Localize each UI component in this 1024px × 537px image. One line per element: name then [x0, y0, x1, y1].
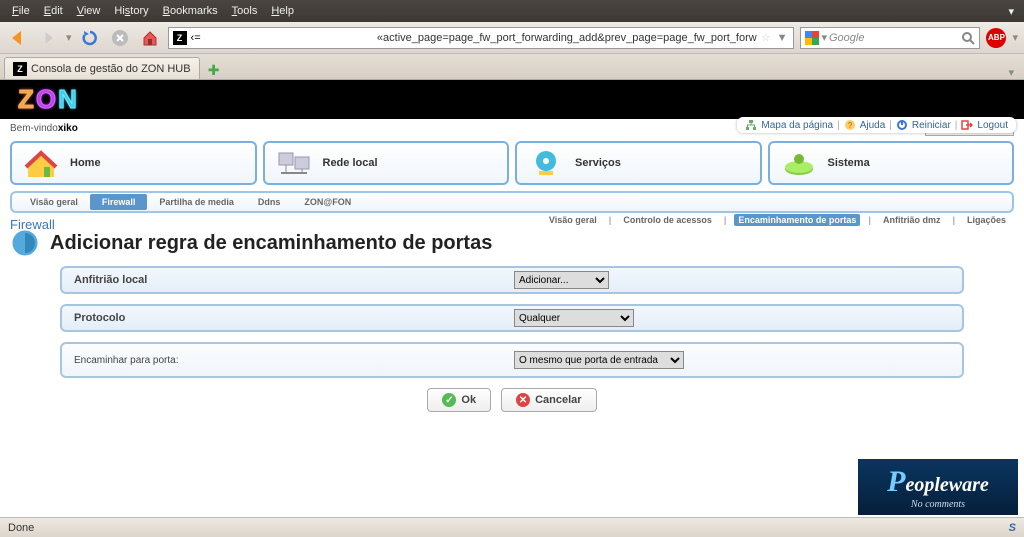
- sitemap-icon: [745, 119, 757, 131]
- browser-tab[interactable]: Z Consola de gestão do ZON HUB: [4, 57, 200, 79]
- page-title: Adicionar regra de encaminhamento de por…: [50, 232, 492, 255]
- logout-icon: [961, 119, 973, 131]
- row-local-host: Anfitrião local Adicionar...: [60, 266, 964, 294]
- check-icon: ✓: [442, 393, 456, 407]
- restart-icon: [896, 119, 908, 131]
- ok-label: Ok: [461, 394, 476, 406]
- crumb-overview[interactable]: Visão geral: [545, 214, 601, 226]
- link-restart[interactable]: Reiniciar: [912, 120, 951, 131]
- services-icon: [527, 147, 565, 179]
- firewall-icon: [10, 228, 40, 258]
- menu-bookmarks[interactable]: Bookmarks: [157, 3, 224, 19]
- tab-favicon-icon: Z: [13, 62, 27, 76]
- menu-help[interactable]: Help: [265, 3, 300, 19]
- google-icon: [805, 31, 819, 45]
- menu-view[interactable]: View: [71, 3, 107, 19]
- new-tab-button[interactable]: ✚: [204, 61, 224, 79]
- browser-toolbar: ▾ Z ‹= «active_page=page_fw_port_forward…: [0, 22, 1024, 54]
- tab-title: Consola de gestão do ZON HUB: [31, 63, 191, 75]
- link-help[interactable]: Ajuda: [860, 120, 886, 131]
- subnav-overview[interactable]: Visão geral: [18, 194, 90, 210]
- crumb-port-forwarding[interactable]: Encaminhamento de portas: [734, 214, 860, 226]
- zon-logo: ZON: [18, 84, 79, 115]
- status-indicator: S: [1009, 522, 1016, 534]
- nav-card-home[interactable]: Home: [10, 141, 257, 185]
- label-forward-port: Encaminhar para porta:: [74, 355, 514, 366]
- label-protocol: Protocolo: [74, 312, 514, 324]
- peopleware-watermark: Peopleware No comments: [858, 459, 1018, 515]
- home-icon: [22, 147, 60, 179]
- status-text: Done: [8, 522, 34, 534]
- crumb-connections[interactable]: Ligações: [963, 214, 1010, 226]
- url-favicon-icon: Z: [173, 31, 187, 45]
- menubar-overflow-icon[interactable]: ▾: [1004, 5, 1018, 18]
- url-text: «active_page=page_fw_port_forwarding_add…: [201, 32, 757, 44]
- crumb-access-control[interactable]: Controlo de acessos: [619, 214, 716, 226]
- menu-tools[interactable]: Tools: [226, 3, 264, 19]
- row-forward-port: Encaminhar para porta: O mesmo que porta…: [60, 342, 964, 378]
- header-links: Mapa da página | ? Ajuda | Reiniciar | L…: [737, 117, 1016, 133]
- main-nav: Home Rede local Serviços Sistema: [0, 137, 1024, 189]
- nav-card-system[interactable]: Sistema: [768, 141, 1015, 185]
- subnav-firewall[interactable]: Firewall: [90, 194, 148, 210]
- url-bar[interactable]: Z ‹= «active_page=page_fw_port_forwardin…: [168, 27, 795, 49]
- select-protocol[interactable]: Qualquer: [514, 309, 634, 327]
- svg-text:?: ?: [847, 121, 852, 130]
- nav-card-local-network[interactable]: Rede local: [263, 141, 510, 185]
- link-logout[interactable]: Logout: [977, 120, 1008, 131]
- nav-label-local-network: Rede local: [323, 157, 378, 169]
- stop-button[interactable]: [108, 26, 132, 50]
- system-icon: [780, 147, 818, 179]
- browser-tabstrip: Z Consola de gestão do ZON HUB ✚ ▾: [0, 54, 1024, 80]
- menu-history[interactable]: History: [108, 3, 154, 19]
- subnav-ddns[interactable]: Ddns: [246, 194, 293, 210]
- help-icon: ?: [844, 119, 856, 131]
- search-placeholder: Google: [829, 32, 961, 44]
- search-icon[interactable]: [961, 31, 975, 45]
- url-favorite-icon[interactable]: ☆: [761, 31, 771, 44]
- nav-label-system: Sistema: [828, 157, 870, 169]
- nav-label-services: Serviços: [575, 157, 621, 169]
- link-sitemap[interactable]: Mapa da página: [761, 120, 833, 131]
- crumb-dmz[interactable]: Anfitrião dmz: [879, 214, 945, 226]
- nav-label-home: Home: [70, 157, 101, 169]
- cancel-label: Cancelar: [535, 394, 581, 406]
- x-icon: ✕: [516, 393, 530, 407]
- adblock-icon[interactable]: ABP: [986, 28, 1006, 48]
- subnav-zonfon[interactable]: ZON@FON: [292, 194, 363, 210]
- ok-button[interactable]: ✓ Ok: [427, 388, 491, 412]
- menu-edit[interactable]: Edit: [38, 3, 69, 19]
- select-local-host[interactable]: Adicionar...: [514, 271, 609, 289]
- app-header: ZON Mapa da página | ? Ajuda | Reiniciar…: [0, 80, 1024, 119]
- browser-statusbar: Done S: [0, 517, 1024, 537]
- nav-card-services[interactable]: Serviços: [515, 141, 762, 185]
- nav-dropdown-icon[interactable]: ▾: [66, 31, 72, 44]
- row-protocol: Protocolo Qualquer: [60, 304, 964, 332]
- welcome-prefix: Bem-vindo: [10, 123, 58, 134]
- tabstrip-overflow-icon[interactable]: ▾: [1002, 66, 1020, 79]
- welcome-user: xiko: [58, 123, 78, 134]
- firewall-tabs: Visão geral| Controlo de acessos| Encami…: [10, 214, 1014, 226]
- cancel-button[interactable]: ✕ Cancelar: [501, 388, 596, 412]
- label-local-host: Anfitrião local: [74, 274, 514, 286]
- browser-menubar: File Edit View History Bookmarks Tools H…: [0, 0, 1024, 22]
- subnav-media-share[interactable]: Partilha de media: [147, 194, 246, 210]
- reload-button[interactable]: [78, 26, 102, 50]
- home-button[interactable]: [138, 26, 162, 50]
- forward-button[interactable]: [36, 26, 60, 50]
- back-button[interactable]: [6, 26, 30, 50]
- network-icon: [275, 147, 313, 179]
- url-prefix: ‹=: [191, 32, 201, 44]
- search-bar[interactable]: ▾ Google: [800, 27, 980, 49]
- url-dropdown-icon[interactable]: ▼: [775, 32, 790, 44]
- select-forward-port[interactable]: O mesmo que porta de entrada: [514, 351, 684, 369]
- sub-nav: Visão geral Firewall Partilha de media D…: [0, 189, 1024, 213]
- toolbar-overflow-icon[interactable]: ▾: [1012, 31, 1018, 44]
- menu-file[interactable]: File: [6, 3, 36, 19]
